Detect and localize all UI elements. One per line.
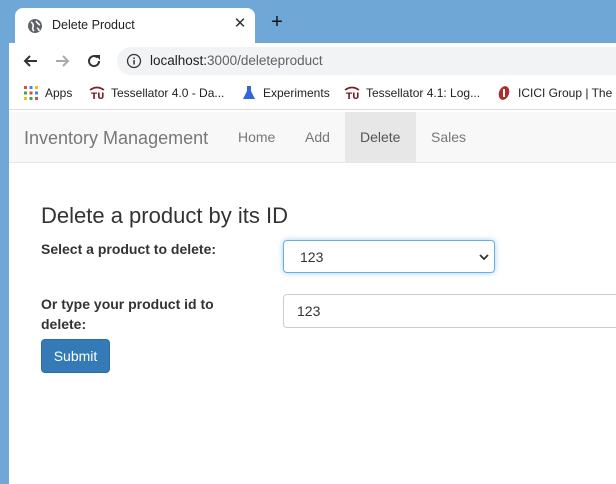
- url-text[interactable]: localhost:3000/deleteproduct: [150, 53, 323, 68]
- info-icon[interactable]: [126, 53, 142, 69]
- browser-toolbar: localhost:3000/deleteproduct: [9, 43, 616, 79]
- bookmark-experiments[interactable]: Experiments: [241, 85, 330, 103]
- app-navbar: Inventory Management Home Add Delete Sal…: [9, 112, 616, 163]
- bookmarks-bar: Apps TU Tessellator 4.0 - Da... Experime…: [9, 79, 616, 110]
- nav-link-delete[interactable]: Delete: [345, 112, 416, 162]
- nav-link-sales[interactable]: Sales: [416, 112, 481, 162]
- bookmark-label: Apps: [45, 86, 73, 100]
- bookmark-label: ICICI Group | The L: [518, 86, 616, 100]
- tab-strip: Delete Product ✕ +: [9, 0, 616, 43]
- window-border: [0, 0, 9, 484]
- bookmark-icici[interactable]: ICICI Group | The L: [496, 85, 616, 103]
- submit-button[interactable]: Submit: [41, 339, 110, 373]
- bookmark-tessellator-40[interactable]: TU Tessellator 4.0 - Da...: [89, 85, 224, 103]
- tab-title: Delete Product: [52, 18, 135, 32]
- select-product-label: Select a product to delete:: [41, 241, 217, 257]
- globe-icon: [28, 19, 42, 33]
- chevron-down-icon: [479, 254, 489, 261]
- address-bar[interactable]: localhost:3000/deleteproduct: [117, 47, 616, 75]
- tu-logo-icon: TU: [89, 86, 105, 101]
- brand-title[interactable]: Inventory Management: [24, 128, 208, 149]
- tu-logo-icon: TU: [344, 86, 360, 101]
- product-select[interactable]: 123: [283, 240, 495, 273]
- nav-link-add[interactable]: Add: [290, 112, 345, 162]
- page-title: Delete a product by its ID: [41, 203, 289, 228]
- new-tab-icon[interactable]: +: [267, 12, 287, 32]
- back-arrow-icon[interactable]: [21, 51, 41, 71]
- bookmark-label: Experiments: [263, 86, 330, 100]
- product-id-input[interactable]: 123: [283, 294, 616, 328]
- apps-grid-icon: [24, 86, 38, 100]
- close-tab-icon[interactable]: ✕: [232, 16, 248, 32]
- svg-text:TU: TU: [91, 92, 104, 101]
- bookmark-label: Tessellator 4.0 - Da...: [111, 86, 225, 100]
- selected-value: 123: [300, 249, 324, 265]
- nav-link-home[interactable]: Home: [223, 112, 290, 162]
- bookmark-tessellator-41[interactable]: TU Tessellator 4.1: Log...: [344, 85, 480, 103]
- page-content: Inventory Management Home Add Delete Sal…: [9, 110, 616, 484]
- reload-icon[interactable]: [84, 51, 104, 71]
- flask-icon: [243, 86, 255, 99]
- url-path: 3000/deleteproduct: [207, 53, 323, 68]
- svg-text:TU: TU: [346, 92, 359, 101]
- forward-arrow-icon[interactable]: [52, 51, 72, 71]
- input-value: 123: [297, 303, 321, 319]
- browser-tab[interactable]: Delete Product ✕: [15, 8, 255, 43]
- product-id-label: Or type your product id to delete:: [41, 296, 214, 332]
- bookmark-apps[interactable]: Apps: [23, 85, 72, 103]
- bookmark-label: Tessellator 4.1: Log...: [366, 86, 481, 100]
- url-host: localhost:: [150, 53, 208, 68]
- icici-logo-icon: [498, 86, 510, 100]
